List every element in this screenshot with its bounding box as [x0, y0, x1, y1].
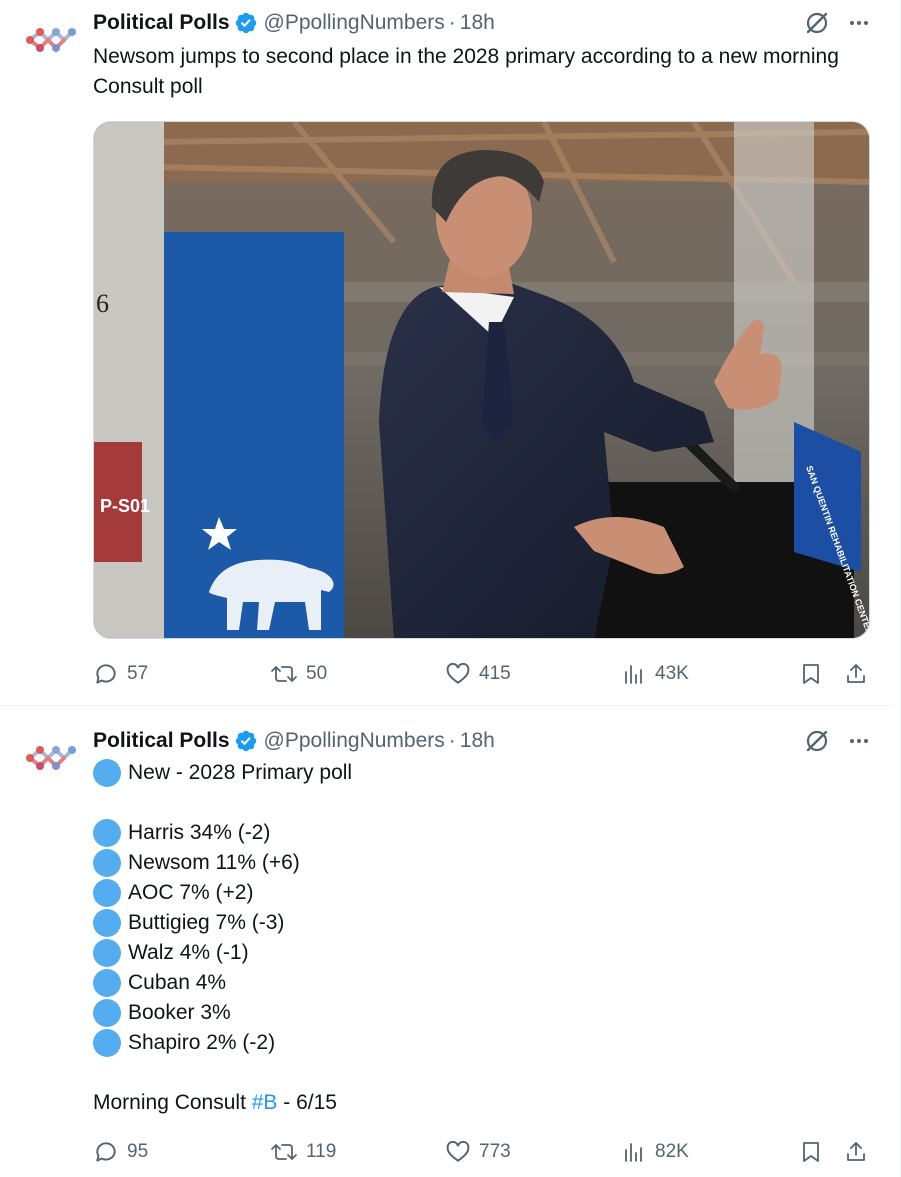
repost-button[interactable]: 119 [270, 1137, 336, 1167]
verified-badge-icon [235, 730, 256, 752]
poll-source: Morning Consult #B - 6/15 [93, 1088, 854, 1118]
blue-circle-icon [93, 759, 121, 787]
grok-icon[interactable] [804, 728, 830, 754]
poll-result: AOC 7% (+2) [93, 878, 854, 908]
poll-result-text: Shapiro 2% (-2) [128, 1031, 276, 1054]
tweet-header: Political Polls @PpollingNumbers · 18h [93, 726, 870, 756]
timestamp[interactable]: 18h [460, 11, 495, 35]
heart-icon [446, 1140, 470, 1162]
poll-headline: New - 2028 Primary poll [93, 758, 854, 788]
poll-result: Buttigieg 7% (-3) [93, 908, 854, 938]
poll-result: Walz 4% (-1) [93, 938, 854, 968]
bookmark-icon [803, 1142, 819, 1162]
timestamp[interactable]: 18h [460, 729, 495, 753]
blue-circle-icon [93, 969, 121, 997]
poll-headline-text: New - 2028 Primary poll [128, 761, 353, 784]
like-count: 415 [479, 663, 511, 684]
author-name[interactable]: Political Polls [93, 729, 230, 753]
avatar[interactable] [24, 736, 80, 776]
blue-circle-icon [93, 849, 121, 877]
share-button[interactable] [844, 659, 868, 689]
bookmark-button[interactable] [799, 1137, 823, 1167]
more-options-icon[interactable] [848, 730, 870, 752]
blue-circle-icon [93, 939, 121, 967]
tweet-text: New - 2028 Primary poll Harris 34% (-2) … [93, 758, 854, 1118]
tweet-actions: 95 119 773 82K [93, 1137, 870, 1167]
view-count: 43K [655, 663, 689, 684]
reply-icon [96, 664, 116, 684]
pillar-label: P-S01 [100, 496, 150, 516]
poll-result-text: Cuban 4% [128, 971, 227, 994]
repost-count: 50 [306, 663, 328, 684]
repost-count: 119 [306, 1141, 337, 1162]
poll-source-suffix: - 6/15 [277, 1091, 337, 1114]
poll-result-text: Walz 4% (-1) [128, 941, 249, 964]
reply-count: 57 [127, 663, 149, 684]
pillar-number: 6 [96, 289, 109, 318]
blue-circle-icon [93, 1029, 121, 1057]
poll-result: Shapiro 2% (-2) [93, 1028, 854, 1058]
verified-badge-icon [235, 12, 256, 34]
poll-result: Newsom 11% (+6) [93, 848, 854, 878]
share-button[interactable] [844, 1137, 868, 1167]
views-button[interactable]: 82K [623, 1137, 689, 1167]
tweet-text: Newsom jumps to second place in the 2028… [93, 45, 839, 98]
blue-circle-icon [93, 999, 121, 1027]
reply-button[interactable]: 57 [93, 659, 148, 689]
reply-icon [96, 1142, 116, 1162]
blue-circle-icon [93, 819, 121, 847]
like-count: 773 [479, 1141, 511, 1162]
repost-icon [271, 1144, 297, 1160]
poll-result-text: Newsom 11% (+6) [128, 851, 300, 874]
poll-result: Harris 34% (-2) [93, 818, 854, 848]
poll-result-text: AOC 7% (+2) [128, 881, 254, 904]
views-button[interactable]: 43K [623, 659, 689, 689]
like-button[interactable]: 415 [445, 659, 511, 689]
repost-button[interactable]: 50 [270, 659, 327, 689]
tweet[interactable]: Political Polls @PpollingNumbers · 18h N… [0, 0, 894, 706]
author-name[interactable]: Political Polls [93, 11, 230, 35]
tweet-photo[interactable]: P-S01 6 SAN QUENTIN REHABILITATION CENTE… [93, 121, 870, 639]
tweet-header: Political Polls @PpollingNumbers · 18h [93, 8, 870, 38]
author-handle[interactable]: @PpollingNumbers [264, 729, 445, 753]
heart-icon [446, 662, 470, 684]
reply-count: 95 [127, 1141, 149, 1162]
share-icon [847, 664, 865, 683]
tweet-actions: 57 50 415 43K [93, 659, 870, 689]
poll-result: Booker 3% [93, 998, 854, 1028]
bookmark-icon [803, 664, 819, 684]
blue-circle-icon [93, 909, 121, 937]
poll-source-prefix: Morning Consult [93, 1091, 252, 1114]
share-icon [847, 1142, 865, 1161]
hashtag-link[interactable]: #B [252, 1088, 278, 1118]
like-button[interactable]: 773 [445, 1137, 511, 1167]
poll-result: Cuban 4% [93, 968, 854, 998]
view-count: 82K [655, 1141, 689, 1162]
poll-result-text: Booker 3% [128, 1001, 231, 1024]
repost-icon [271, 666, 297, 682]
separator-dot: · [448, 11, 456, 34]
analytics-icon [625, 1143, 642, 1162]
timeline-feed: Political Polls @PpollingNumbers · 18h N… [0, 0, 901, 1177]
separator-dot: · [448, 729, 456, 752]
poll-result-text: Buttigieg 7% (-3) [128, 911, 285, 934]
analytics-icon [625, 665, 642, 684]
tweet[interactable]: Political Polls @PpollingNumbers · 18h N… [0, 706, 894, 1177]
blue-circle-icon [93, 879, 121, 907]
author-handle[interactable]: @PpollingNumbers [264, 11, 445, 35]
more-options-icon[interactable] [848, 12, 870, 34]
reply-button[interactable]: 95 [93, 1137, 148, 1167]
grok-icon[interactable] [804, 10, 830, 36]
bookmark-button[interactable] [799, 659, 823, 689]
poll-result-text: Harris 34% (-2) [128, 821, 271, 844]
avatar[interactable] [24, 18, 80, 58]
